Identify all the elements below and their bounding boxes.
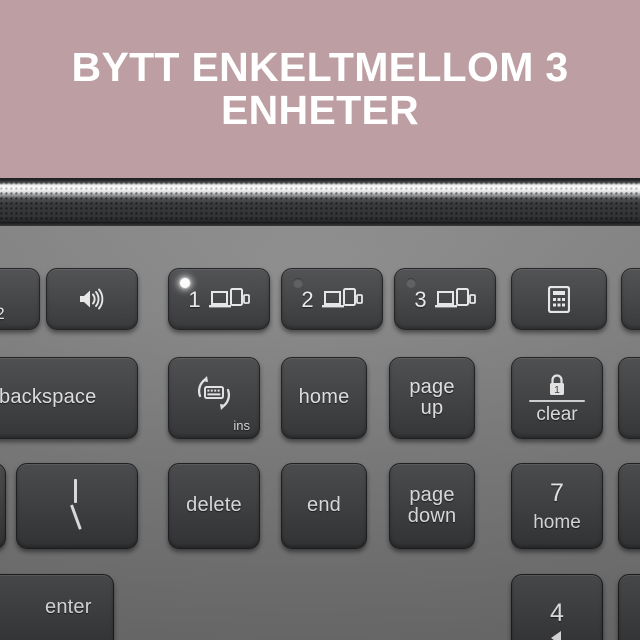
key-calculator[interactable]	[511, 268, 607, 330]
key-volume-up[interactable]	[46, 268, 138, 330]
key-delete[interactable]: delete	[168, 463, 260, 549]
promo-image: BYTT ENKELTMELLOM 3 ENHETER F12	[0, 0, 640, 640]
key-label-home: home	[298, 386, 350, 409]
key-label-delete: delete	[186, 494, 242, 517]
key-label-backspace: backspace	[0, 386, 97, 409]
key-easy-switch-2[interactable]: 2	[281, 268, 383, 330]
key-partial-right-row3[interactable]	[618, 463, 640, 549]
lock-1-icon: 1	[546, 373, 568, 397]
key-layout-switch[interactable]: ins	[168, 357, 260, 439]
easy-switch-1-led	[180, 278, 190, 288]
key-sublabel-ins: ins	[233, 418, 250, 433]
key-numpad-4-left[interactable]: 4	[511, 574, 603, 640]
key-label-easy-switch-3: 3	[414, 287, 427, 312]
key-sublabel-numpad-home: home	[533, 511, 581, 533]
key-partial-right-row4[interactable]	[618, 574, 640, 640]
key-home[interactable]: home	[281, 357, 367, 439]
key-num-lock-clear[interactable]: 1 clear	[511, 357, 603, 439]
arrow-left-icon	[548, 630, 566, 640]
promo-banner: BYTT ENKELTMELLOM 3 ENHETER	[0, 0, 640, 178]
key-easy-switch-3[interactable]: 3	[394, 268, 496, 330]
key-label-page-up: page up	[409, 375, 455, 419]
key-label-numpad-7: 7	[550, 478, 564, 507]
key-partial-left-row3[interactable]	[0, 463, 6, 549]
speaker-grille	[0, 178, 640, 226]
key-enter[interactable]: enter	[0, 574, 114, 640]
key-label-page-down: page down	[407, 483, 457, 527]
calculator-icon	[548, 285, 570, 313]
svg-text:1: 1	[554, 385, 560, 396]
easy-switch-2-led	[293, 278, 303, 288]
key-partial-right-row2[interactable]	[618, 357, 640, 439]
key-pipe-backslash[interactable]	[16, 463, 138, 549]
key-divider	[529, 399, 585, 402]
keyboard-deck: F12 1	[0, 226, 640, 640]
grille-highlight	[0, 183, 640, 191]
key-page-down[interactable]: page down	[389, 463, 475, 549]
key-label-easy-switch-2: 2	[301, 287, 314, 312]
devices-icon	[434, 287, 476, 311]
speaker-icon	[77, 287, 107, 311]
key-easy-switch-1[interactable]: 1	[168, 268, 270, 330]
key-label-f12: F12	[0, 304, 5, 323]
key-f12[interactable]: F12	[0, 268, 40, 330]
key-partial-right-top[interactable]	[621, 268, 640, 330]
key-end[interactable]: end	[281, 463, 367, 549]
page-title: BYTT ENKELTMELLOM 3 ENHETER	[71, 43, 569, 133]
key-label-enter: enter	[45, 596, 92, 618]
devices-icon	[208, 287, 250, 311]
key-numpad-7-home[interactable]: 7 home	[511, 463, 603, 549]
key-label-clear: clear	[536, 403, 578, 425]
easy-switch-3-led	[406, 278, 416, 288]
keyboard-refresh-icon	[194, 374, 234, 412]
key-label-easy-switch-1: 1	[188, 287, 201, 312]
pipe-backslash-icon	[60, 479, 94, 533]
key-page-up[interactable]: page up	[389, 357, 475, 439]
key-label-numpad-4: 4	[550, 598, 564, 627]
key-backspace[interactable]: backspace	[0, 357, 138, 439]
devices-icon	[321, 287, 363, 311]
key-label-end: end	[307, 494, 341, 517]
